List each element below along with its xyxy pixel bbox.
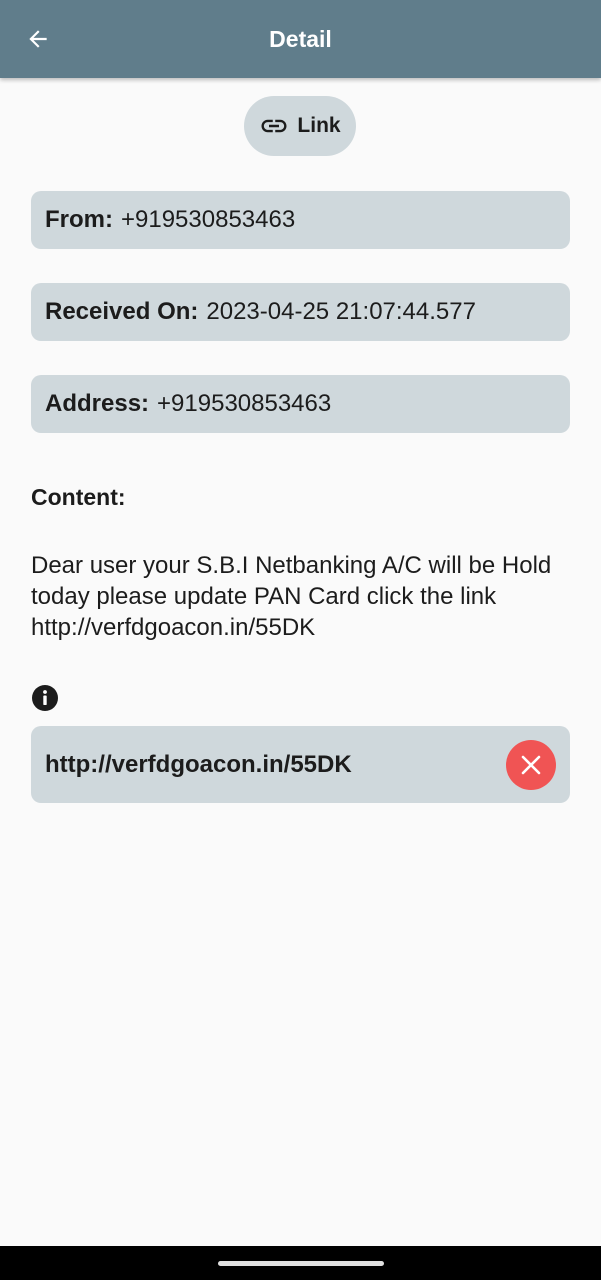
url-card: http://verfdgoacon.in/55DK [31,726,570,803]
received-on-value: 2023-04-25 21:07:44.577 [206,298,476,325]
content-label: Content: [31,484,126,510]
message-content: Dear user your S.B.I Netbanking A/C will… [31,552,552,641]
received-on-label: Received On: [45,298,199,325]
remove-url-button[interactable] [506,740,556,790]
system-nav-bar [0,1246,601,1280]
app-bar: Detail [0,0,601,78]
address-field: Address: +919530853463 [31,375,570,433]
link-button[interactable]: Link [244,96,356,156]
from-field: From: +919530853463 [31,191,570,249]
page-title: Detail [269,26,332,52]
from-label: From: [45,206,113,233]
address-label: Address: [45,390,150,417]
link-icon [261,119,287,133]
info-icon [32,685,58,711]
arrow-left-icon [29,30,47,48]
home-indicator[interactable] [218,1261,384,1266]
link-button-label: Link [297,114,341,137]
address-value: +919530853463 [157,390,332,417]
back-button[interactable] [18,19,58,59]
close-icon [521,755,541,775]
from-value: +919530853463 [121,206,296,233]
received-on-field: Received On: 2023-04-25 21:07:44.577 [31,283,570,341]
url-text: http://verfdgoacon.in/55DK [45,750,352,778]
